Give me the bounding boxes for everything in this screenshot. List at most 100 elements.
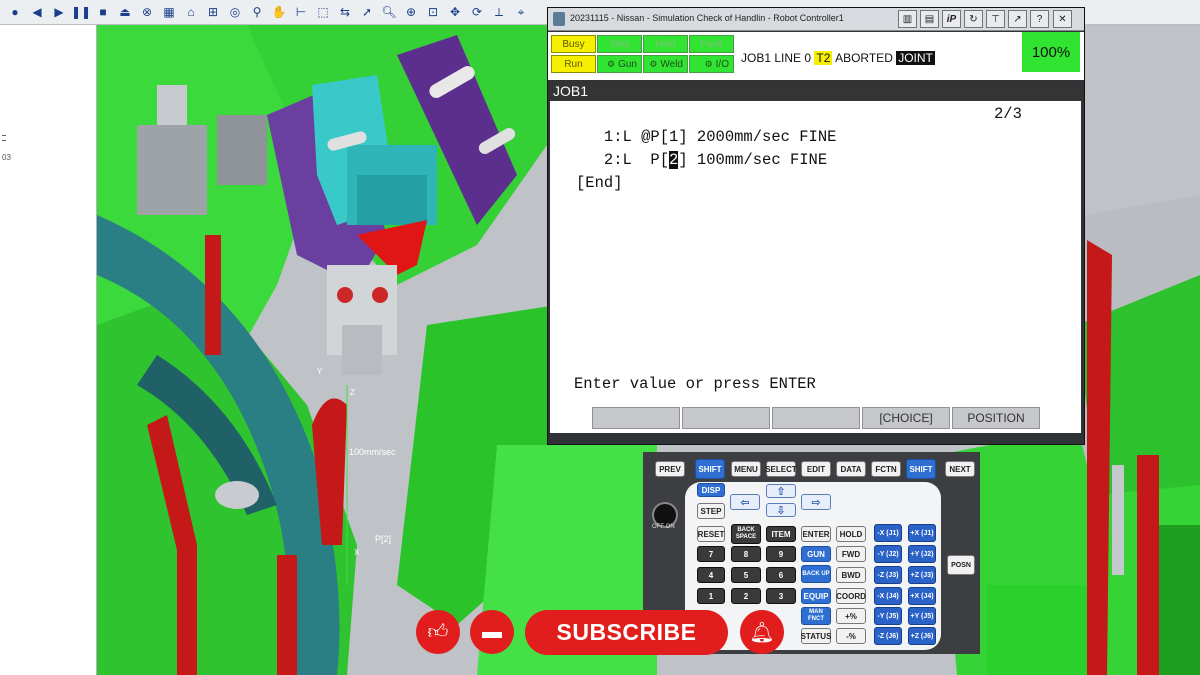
f1-key[interactable] [592,407,680,429]
edit-key[interactable]: EDIT [801,461,831,477]
step-back-icon[interactable]: ◀ [28,3,46,21]
item-key[interactable]: ITEM [766,526,796,542]
fctn-key[interactable]: FCTN [871,461,901,477]
close-icon[interactable]: ✕ [1053,10,1072,28]
jog-plus-x-j1-key[interactable]: +X (J1) [908,524,936,542]
rotate-icon[interactable]: ⟳ [468,3,486,21]
man-fnct-key[interactable]: MAN FNCT [801,607,831,625]
override-indicator[interactable]: 100% [1022,32,1080,72]
jog-plus-z-j6-key[interactable]: +Z (J6) [908,627,936,645]
play-icon[interactable]: ▶ [50,3,68,21]
axis-icon[interactable]: ⟂ [490,3,508,21]
frame-icon[interactable]: ⌖ [512,3,530,21]
digit-1-key[interactable]: 1 [697,588,725,604]
notification-button[interactable]: 🔔︎ [740,610,784,654]
posn-key[interactable]: POSN [947,555,975,575]
jog-minus-x-j1-key[interactable]: -X (J1) [874,524,902,542]
measure-icon[interactable]: ⇆ [336,3,354,21]
select-key[interactable]: SELECT [765,461,797,477]
close-circle-icon[interactable]: ⊗ [138,3,156,21]
teach-pendant-window[interactable]: 20231115 - Nissan - Simulation Check of … [547,7,1085,445]
f4-choice-key[interactable]: [CHOICE] [862,407,950,429]
subscribe-button[interactable]: SUBSCRIBE [525,610,728,655]
arrow-icon[interactable]: ➚ [358,3,376,21]
program-line-2[interactable]: 2:L P[2] 100mm/sec FINE [576,151,827,169]
bwd-key[interactable]: BWD [836,567,866,583]
pendant-title-bar[interactable]: 20231115 - Nissan - Simulation Check of … [548,8,1084,31]
jog-minus-y-j5-key[interactable]: -Y (J5) [874,607,902,625]
step-key[interactable]: STEP [697,503,725,519]
arrow-up-key[interactable]: ⇧ [766,484,796,498]
next-key[interactable]: NEXT [945,461,975,477]
enter-key[interactable]: ENTER [801,526,831,542]
keyboard-icon[interactable]: ▤ [920,10,939,28]
f2-key[interactable] [682,407,770,429]
ruler-icon[interactable]: ⊢ [292,3,310,21]
arrow-left-key[interactable]: ⇦ [730,494,760,510]
move-icon[interactable]: ✥ [446,3,464,21]
jog-minus-x-j4-key[interactable]: -X (J4) [874,587,902,605]
ip-icon[interactable]: iP [942,10,961,28]
jog-plus-z-j3-key[interactable]: +Z (J3) [908,566,936,584]
equip-key[interactable]: EQUIP [801,588,831,604]
digit-4-key[interactable]: 4 [697,567,725,583]
stop-icon[interactable]: ■ [94,3,112,21]
hold-key[interactable]: HOLD [836,526,866,542]
status-key[interactable]: STATUS [801,628,831,644]
refresh-icon[interactable]: ↻ [964,10,983,28]
shift-key-left[interactable]: SHIFT [695,459,725,479]
pin-icon[interactable]: ⚲ [248,3,266,21]
record-icon[interactable]: ● [6,3,24,21]
data-key[interactable]: DATA [836,461,866,477]
panel-icon[interactable]: ▦ [160,3,178,21]
cursor-field[interactable]: 2 [669,151,679,169]
external-icon[interactable]: ↗ [1008,10,1027,28]
prev-key[interactable]: PREV [655,461,685,477]
fwd-key[interactable]: FWD [836,546,866,562]
comment-button[interactable]: ▬ [470,610,514,654]
override-minus-key[interactable]: -% [836,628,866,644]
jog-minus-z-j6-key[interactable]: -Z (J6) [874,627,902,645]
jog-plus-y-j2-key[interactable]: +Y (J2) [908,545,936,563]
digit-9-key[interactable]: 9 [766,546,796,562]
help-icon[interactable]: ? [1030,10,1049,28]
f5-position-key[interactable]: POSITION [952,407,1040,429]
digit-8-key[interactable]: 8 [731,546,761,562]
jog-plus-y-j5-key[interactable]: +Y (J5) [908,607,936,625]
gun-key[interactable]: GUN [801,546,831,562]
jog-minus-y-j2-key[interactable]: -Y (J2) [874,545,902,563]
robot-icon[interactable]: ⊤ [986,10,1005,28]
zoom-fit-icon[interactable]: ⊡ [424,3,442,21]
shift-key-right[interactable]: SHIFT [906,459,936,479]
menu-key[interactable]: MENU [731,461,761,477]
pendant-skin-icon[interactable]: ▥ [898,10,917,28]
digit-6-key[interactable]: 6 [766,567,796,583]
home-icon[interactable]: ⌂ [182,3,200,21]
zoom-icon[interactable]: 🔍︎ [380,3,398,21]
program-line-1[interactable]: 1:L @P[1] 2000mm/sec FINE [576,128,837,146]
disp-key[interactable]: DISP [697,483,725,497]
eject-icon[interactable]: ⏏ [116,3,134,21]
teach-icon[interactable]: ✋ [270,3,288,21]
select-icon[interactable]: ⬚ [314,3,332,21]
override-plus-key[interactable]: +% [836,608,866,624]
grid-icon[interactable]: ⊞ [204,3,222,21]
f3-key[interactable] [772,407,860,429]
arrow-down-key[interactable]: ⇩ [766,503,796,517]
pause-icon[interactable]: ❚❚ [71,3,91,21]
zoom-area-icon[interactable]: ⊕ [402,3,420,21]
target-icon[interactable]: ◎ [226,3,244,21]
digit-7-key[interactable]: 7 [697,546,725,562]
reset-key[interactable]: RESET [697,526,725,542]
jog-minus-z-j3-key[interactable]: -Z (J3) [874,566,902,584]
backspace-key[interactable]: BACK SPACE [731,524,761,544]
backup-key[interactable]: BACK UP [801,565,831,583]
jog-plus-x-j4-key[interactable]: +X (J4) [908,587,936,605]
program-editor[interactable]: 2/3 1:L @P[1] 2000mm/sec FINE 2:L P[2] 1… [550,101,1081,403]
like-button[interactable]: 👍︎ [416,610,460,654]
digit-2-key[interactable]: 2 [731,588,761,604]
arrow-right-key[interactable]: ⇨ [801,494,831,510]
digit-3-key[interactable]: 3 [766,588,796,604]
coord-key[interactable]: COORD [836,588,866,604]
digit-5-key[interactable]: 5 [731,567,761,583]
